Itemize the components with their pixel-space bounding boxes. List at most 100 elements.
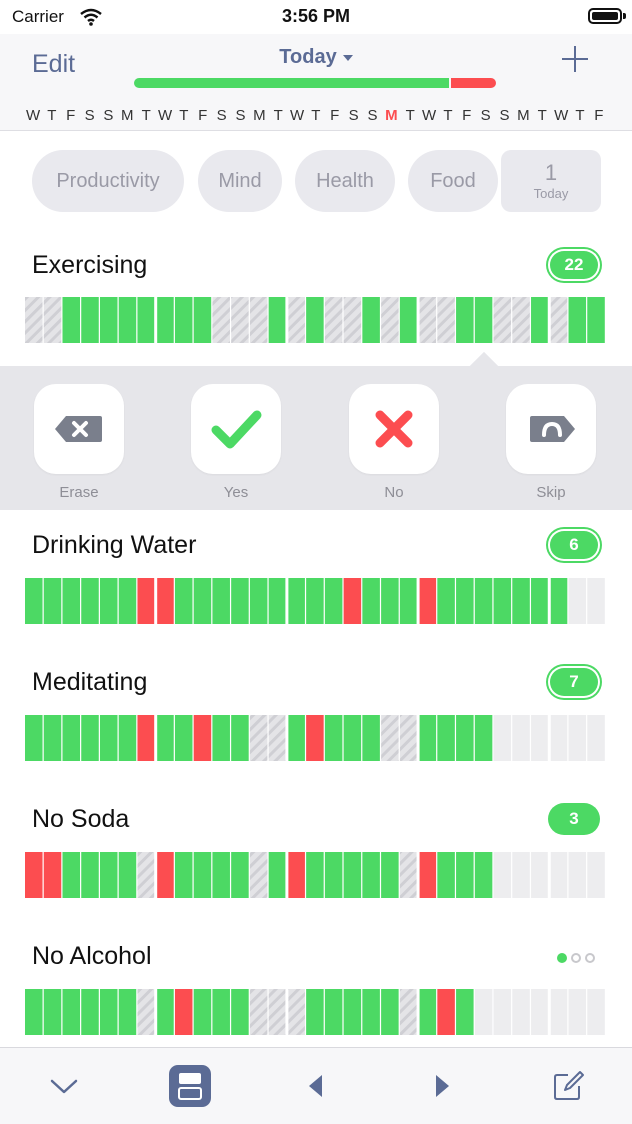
day-cell-yes[interactable] (118, 578, 137, 624)
day-cell-yes[interactable] (287, 715, 305, 761)
day-cell-skip[interactable] (268, 989, 287, 1035)
day-cell-yes[interactable] (174, 852, 193, 898)
day-cell-skip[interactable] (212, 297, 230, 343)
day-cell-yes[interactable] (362, 852, 380, 898)
day-cell-yes[interactable] (474, 715, 493, 761)
day-cell-yes[interactable] (118, 989, 137, 1035)
day-cell-skip[interactable] (249, 852, 268, 898)
day-cell-yes[interactable] (81, 852, 99, 898)
day-cell-yes[interactable] (531, 578, 549, 624)
day-cell-empty[interactable] (587, 989, 605, 1035)
day-cell-yes[interactable] (381, 989, 399, 1035)
day-cell-empty[interactable] (493, 989, 512, 1035)
day-cell-yes[interactable] (343, 852, 362, 898)
day-cell-yes[interactable] (174, 578, 193, 624)
day-cell-yes[interactable] (99, 578, 118, 624)
habit-history-row[interactable] (25, 578, 606, 624)
day-cell-empty[interactable] (568, 852, 587, 898)
day-cell-no[interactable] (418, 578, 437, 624)
add-habit-button[interactable] (560, 44, 590, 74)
day-cell-empty[interactable] (531, 715, 549, 761)
day-cell-yes[interactable] (456, 852, 474, 898)
day-cell-skip[interactable] (25, 297, 43, 343)
day-cell-yes[interactable] (137, 297, 155, 343)
day-cell-empty[interactable] (549, 989, 568, 1035)
day-cell-yes[interactable] (81, 989, 99, 1035)
day-cell-empty[interactable] (512, 715, 530, 761)
day-cell-yes[interactable] (43, 715, 62, 761)
day-cell-no[interactable] (193, 715, 212, 761)
day-cell-empty[interactable] (568, 715, 587, 761)
day-cell-yes[interactable] (456, 297, 474, 343)
day-cell-yes[interactable] (268, 578, 287, 624)
day-cell-skip[interactable] (437, 297, 455, 343)
day-cell-yes[interactable] (531, 297, 549, 343)
day-cell-yes[interactable] (343, 989, 362, 1035)
day-cell-yes[interactable] (212, 715, 230, 761)
day-cell-yes[interactable] (231, 852, 249, 898)
day-cell-yes[interactable] (324, 989, 343, 1035)
day-cell-yes[interactable] (231, 715, 249, 761)
day-cell-skip[interactable] (381, 297, 399, 343)
day-cell-yes[interactable] (118, 297, 137, 343)
day-cell-yes[interactable] (324, 852, 343, 898)
day-cell-no[interactable] (306, 715, 324, 761)
day-cell-skip[interactable] (137, 852, 155, 898)
day-cell-yes[interactable] (512, 578, 530, 624)
day-cell-yes[interactable] (212, 989, 230, 1035)
day-cell-no[interactable] (25, 852, 43, 898)
yes-button[interactable] (191, 384, 281, 474)
day-cell-no[interactable] (43, 852, 62, 898)
chip-health[interactable]: Health (295, 150, 395, 212)
day-cell-yes[interactable] (62, 852, 81, 898)
day-cell-yes[interactable] (25, 715, 43, 761)
day-cell-skip[interactable] (287, 297, 305, 343)
day-cell-empty[interactable] (549, 715, 568, 761)
compose-icon[interactable] (548, 1066, 588, 1106)
day-cell-yes[interactable] (456, 715, 474, 761)
day-cell-skip[interactable] (399, 852, 418, 898)
day-cell-yes[interactable] (62, 989, 81, 1035)
day-cell-yes[interactable] (231, 989, 249, 1035)
day-cell-yes[interactable] (99, 715, 118, 761)
day-cell-yes[interactable] (25, 989, 43, 1035)
day-cell-yes[interactable] (81, 578, 99, 624)
day-cell-empty[interactable] (493, 852, 512, 898)
day-cell-no[interactable] (137, 715, 155, 761)
chip-productivity[interactable]: Productivity (32, 150, 184, 212)
day-cell-yes[interactable] (456, 989, 474, 1035)
day-cell-empty[interactable] (587, 715, 605, 761)
day-cell-yes[interactable] (418, 715, 437, 761)
day-cell-skip[interactable] (324, 297, 343, 343)
day-cell-skip[interactable] (268, 715, 287, 761)
day-cell-no[interactable] (437, 989, 455, 1035)
previous-icon[interactable] (296, 1066, 336, 1106)
day-cell-yes[interactable] (118, 852, 137, 898)
day-cell-yes[interactable] (324, 715, 343, 761)
day-cell-empty[interactable] (531, 852, 549, 898)
today-count[interactable]: 1 Today (501, 150, 601, 212)
day-cell-yes[interactable] (306, 297, 324, 343)
day-cell-empty[interactable] (474, 989, 493, 1035)
day-cell-empty[interactable] (493, 715, 512, 761)
day-cell-skip[interactable] (418, 297, 437, 343)
day-cell-yes[interactable] (437, 852, 455, 898)
day-cell-yes[interactable] (231, 578, 249, 624)
day-cell-yes[interactable] (43, 989, 62, 1035)
day-cell-yes[interactable] (212, 852, 230, 898)
day-cell-yes[interactable] (474, 578, 493, 624)
day-cell-yes[interactable] (399, 297, 418, 343)
day-cell-skip[interactable] (343, 297, 362, 343)
day-cell-empty[interactable] (512, 989, 530, 1035)
day-cell-no[interactable] (174, 989, 193, 1035)
day-cell-no[interactable] (287, 852, 305, 898)
day-cell-yes[interactable] (268, 852, 287, 898)
day-cell-yes[interactable] (118, 715, 137, 761)
day-cell-yes[interactable] (381, 578, 399, 624)
habit-history-row[interactable] (25, 989, 606, 1035)
calendar-icon[interactable] (168, 1064, 212, 1108)
day-cell-yes[interactable] (99, 297, 118, 343)
day-cell-skip[interactable] (399, 715, 418, 761)
day-cell-yes[interactable] (324, 578, 343, 624)
day-cell-empty[interactable] (531, 989, 549, 1035)
